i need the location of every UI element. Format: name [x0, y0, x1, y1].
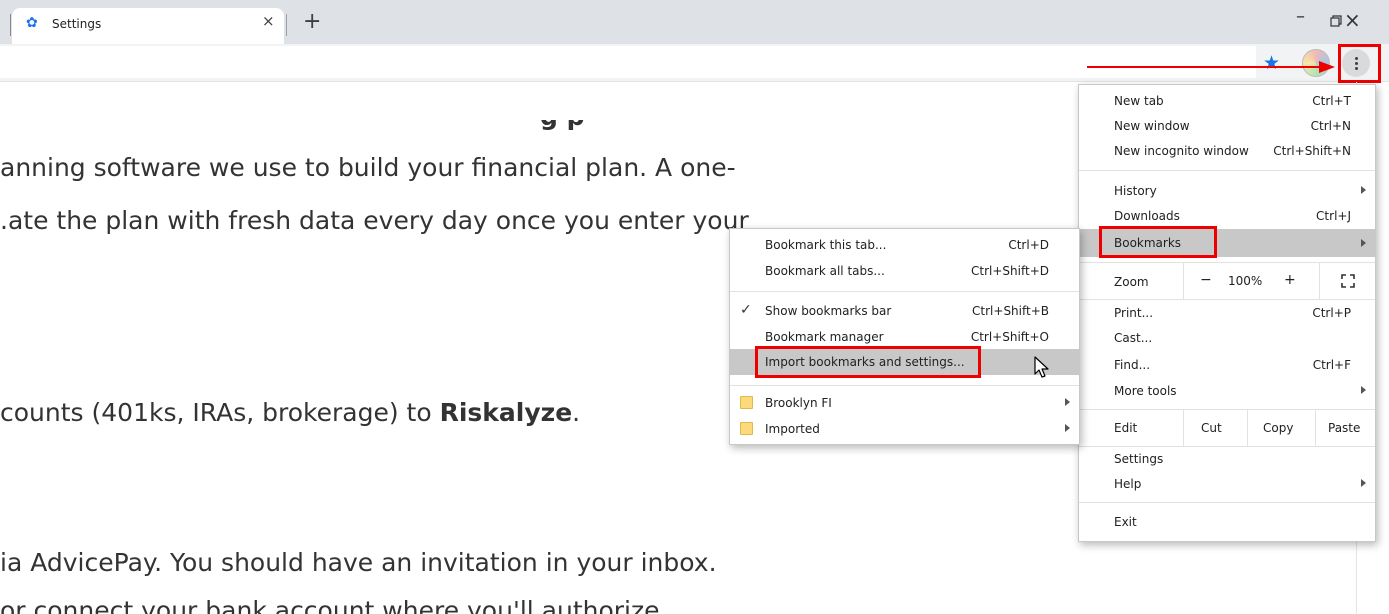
submenu-arrow-icon [1361, 186, 1366, 194]
page-text-line: anning software we use to build your fin… [0, 153, 736, 182]
folder-icon [740, 396, 753, 409]
new-tab-button[interactable]: + [303, 9, 321, 34]
tab-close-button[interactable]: × [262, 12, 275, 30]
annotation-arrow-icon [1087, 61, 1335, 73]
check-icon: ✓ [740, 302, 752, 318]
menu-item-more-tools[interactable]: More tools [1079, 379, 1375, 403]
folder-item[interactable]: Brooklyn FI [730, 391, 1079, 415]
annotation-highlight-box [755, 346, 981, 378]
mouse-cursor-icon [1034, 356, 1049, 378]
menu-item-find[interactable]: Find... Ctrl+F [1079, 353, 1375, 377]
tab-strip: ✿ Settings × + – × [0, 0, 1389, 44]
menu-item-cast[interactable]: Cast... [1079, 326, 1375, 350]
menu-separator [1079, 502, 1375, 503]
chrome-main-menu: New tab Ctrl+T New window Ctrl+N New inc… [1078, 84, 1376, 542]
riskalyze-text: Riskalyze [439, 398, 573, 427]
folder-icon [740, 422, 753, 435]
edit-row: Edit Cut Copy Paste [1079, 410, 1377, 446]
submenu-arrow-icon [1065, 424, 1070, 432]
zoom-row: Zoom − 100% + [1079, 263, 1377, 299]
submenu-arrow-icon [1065, 398, 1070, 406]
menu-item-settings[interactable]: Settings [1079, 447, 1375, 471]
submenu-arrow-icon [1361, 386, 1366, 394]
menu-separator [730, 385, 1079, 386]
page-text-line: ia AdvicePay. You should have an invitat… [0, 548, 717, 577]
tab-divider [286, 14, 287, 36]
annotation-highlight-box [1338, 44, 1381, 83]
menu-item-bookmark-all-tabs[interactable]: Bookmark all tabs... Ctrl+Shift+D [730, 259, 1079, 283]
menu-separator [730, 291, 1079, 292]
tab-title: Settings [52, 17, 102, 31]
page-partial-line: g p [0, 120, 760, 140]
menu-item-show-bookmarks-bar[interactable]: ✓ Show bookmarks bar Ctrl+Shift+B [730, 299, 1079, 323]
menu-item-history[interactable]: History [1079, 179, 1375, 203]
folder-item[interactable]: Imported [730, 417, 1079, 441]
menu-item-print[interactable]: Print... Ctrl+P [1079, 301, 1375, 325]
bookmarks-submenu: Bookmark this tab... Ctrl+D Bookmark all… [729, 228, 1080, 445]
page-text-line: .ate the plan with fresh data every day … [0, 206, 749, 235]
address-bar[interactable] [0, 46, 1256, 78]
page-text-line: or connect your bank account where you'l… [0, 596, 660, 614]
submenu-arrow-icon [1361, 239, 1366, 247]
period-text: . [572, 398, 581, 427]
submenu-arrow-icon [1361, 479, 1366, 487]
menu-separator [1079, 170, 1375, 171]
menu-separator [1079, 299, 1375, 300]
minimize-button[interactable]: – [1296, 6, 1305, 27]
gear-icon: ✿ [26, 15, 38, 31]
tab-separator [10, 14, 11, 36]
menu-item-exit[interactable]: Exit [1079, 510, 1375, 534]
menu-item-help[interactable]: Help [1079, 472, 1375, 496]
menu-item-new-window[interactable]: New window Ctrl+N [1079, 114, 1375, 138]
zoom-level: 100% [1228, 274, 1263, 288]
menu-item-downloads[interactable]: Downloads Ctrl+J [1079, 204, 1375, 228]
menu-item-bookmark-this-tab[interactable]: Bookmark this tab... Ctrl+D [730, 233, 1079, 257]
window-close-button[interactable]: × [1344, 8, 1361, 32]
accounts-text: counts (401ks, IRAs, brokerage) to [0, 398, 440, 427]
paste-button[interactable]: Paste [1328, 421, 1360, 435]
page-text-line: counts (401ks, IRAs, brokerage) to Riska… [0, 398, 580, 427]
menu-item-new-incognito[interactable]: New incognito window Ctrl+Shift+N [1079, 139, 1375, 163]
annotation-highlight-box [1099, 226, 1217, 258]
zoom-out-button[interactable]: − [1200, 272, 1212, 288]
zoom-in-button[interactable]: + [1284, 272, 1296, 288]
fullscreen-icon[interactable] [1341, 274, 1355, 288]
copy-button[interactable]: Copy [1263, 421, 1293, 435]
menu-item-new-tab[interactable]: New tab Ctrl+T [1079, 89, 1375, 113]
cut-button[interactable]: Cut [1201, 421, 1222, 435]
